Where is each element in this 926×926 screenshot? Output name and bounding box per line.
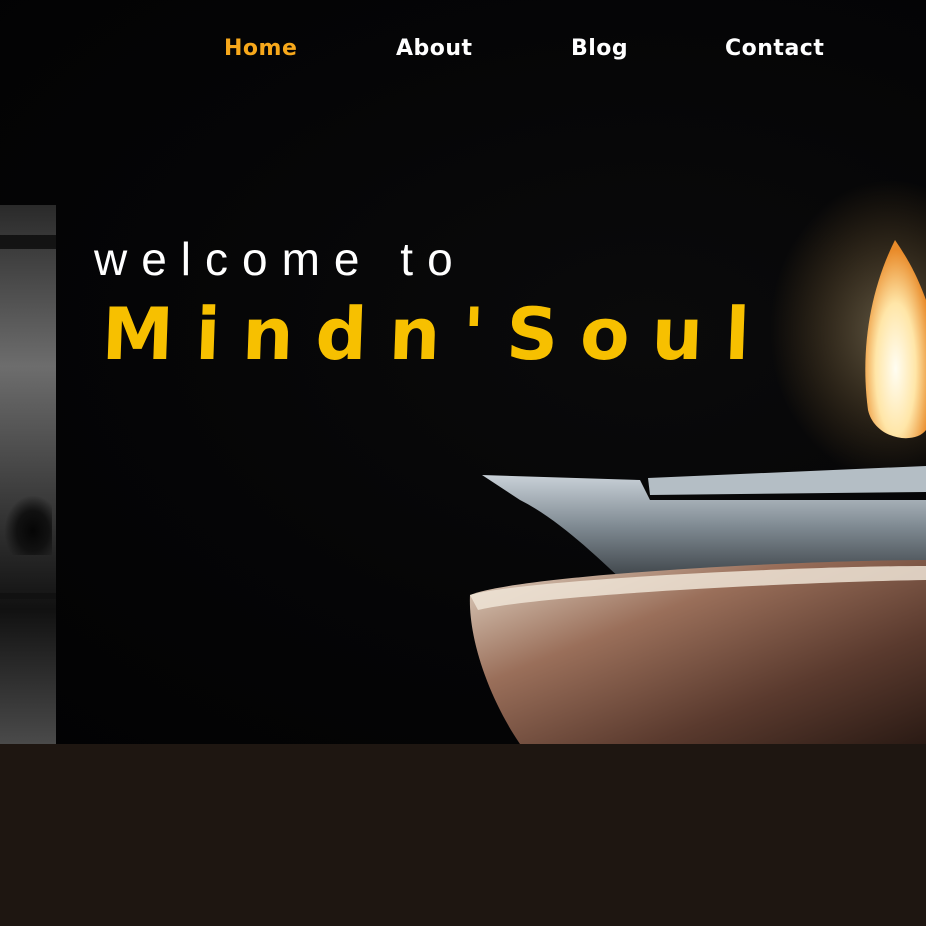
welcome-heading: welcome to xyxy=(94,233,467,285)
lamp-rim xyxy=(648,466,926,495)
brand-title: Mindn'Soul xyxy=(100,292,774,376)
nav-blog-link[interactable]: Blog xyxy=(571,36,628,61)
page-footer-band xyxy=(0,744,926,926)
nav-home-link[interactable]: Home xyxy=(224,36,297,61)
nav-contact-link[interactable]: Contact xyxy=(725,36,824,61)
hero-section: Home About Blog Contact welcome to Mindn… xyxy=(0,0,926,744)
main-nav: Home About Blog Contact xyxy=(0,36,926,66)
nav-about-link[interactable]: About xyxy=(396,36,473,61)
